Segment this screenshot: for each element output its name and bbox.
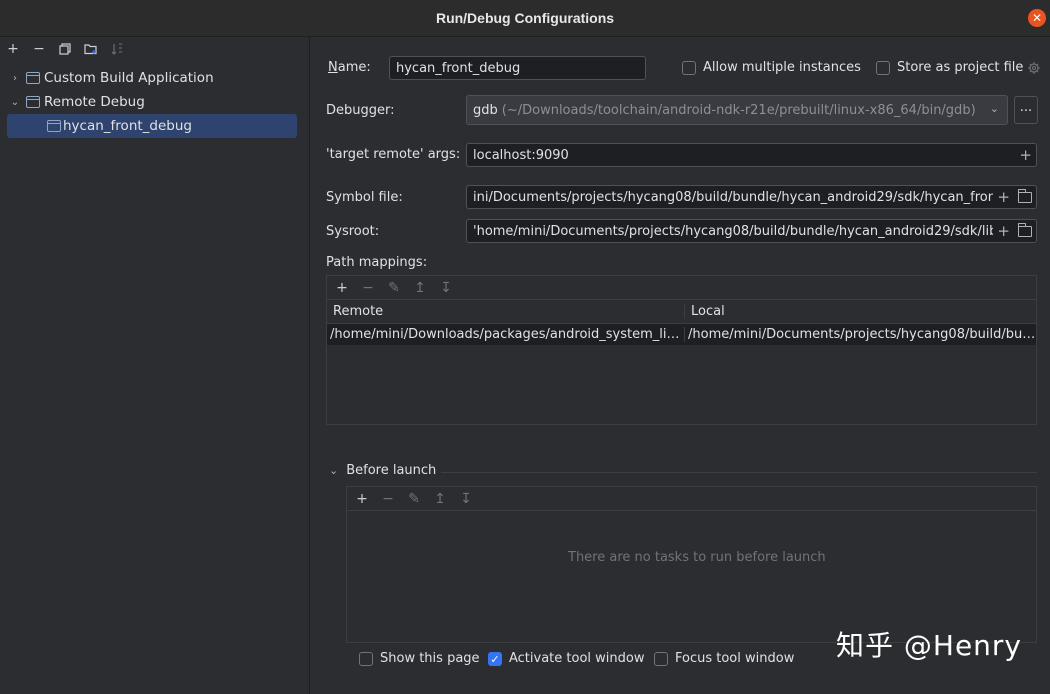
target-remote-label: 'target remote' args: [326, 147, 461, 162]
title-bar: Run/Debug Configurations ✕ [0, 0, 1050, 37]
debugger-label: Debugger: [326, 103, 395, 118]
application-icon [26, 72, 40, 84]
debugger-select[interactable]: gdb (~/Downloads/toolchain/android-ndk-r… [466, 95, 1008, 125]
before-launch-toolbar: + − ✎ ↥ ↧ [347, 487, 1036, 511]
expand-icon[interactable]: + [997, 188, 1010, 206]
name-label: Name: [328, 60, 371, 75]
field-buttons: + [993, 220, 1032, 242]
folder-icon[interactable] [1018, 188, 1032, 203]
store-as-project-label: Store as project file [897, 60, 1024, 75]
field-buttons: + [993, 186, 1032, 208]
remove-icon[interactable]: − [28, 38, 50, 60]
tree-item-custom-build[interactable]: › Custom Build Application [0, 66, 309, 90]
add-icon[interactable]: + [353, 488, 371, 510]
sysroot-label: Sysroot: [326, 224, 380, 239]
tree-item-remote-debug[interactable]: ⌄ Remote Debug [0, 90, 309, 114]
configuration-editor: Name: hycan_front_debug Allow multiple i… [311, 37, 1050, 694]
checkbox-box[interactable] [359, 651, 373, 666]
focus-tool-label: Focus tool window [675, 651, 795, 666]
allow-multiple-checkbox[interactable]: Allow multiple instances [682, 60, 861, 75]
show-page-label: Show this page [380, 651, 480, 666]
path-mappings-panel: + − ✎ ↥ ↧ Remote Local /home/mini/Downlo… [326, 275, 1037, 425]
configurations-tree: › Custom Build Application ⌄ Remote Debu… [0, 66, 309, 138]
column-remote[interactable]: Remote [327, 304, 685, 319]
target-remote-input[interactable]: localhost:9090 + [466, 143, 1037, 167]
tree-item-label: hycan_front_debug [63, 118, 192, 134]
new-folder-icon[interactable] [80, 38, 102, 60]
configurations-tree-pane: + − › Custom Build Application ⌄ Remote … [0, 37, 310, 694]
show-page-checkbox[interactable]: Show this page [359, 651, 480, 666]
debugger-path: (~/Downloads/toolchain/android-ndk-r21e/… [501, 102, 976, 118]
name-input[interactable]: hycan_front_debug [389, 56, 646, 80]
mappings-table-header: Remote Local [327, 300, 1036, 324]
field-buttons: + [1015, 144, 1032, 166]
focus-tool-window-checkbox[interactable]: Focus tool window [654, 651, 794, 666]
symbol-file-input[interactable]: ini/Documents/projects/hycang08/build/bu… [466, 185, 1037, 209]
path-mappings-label: Path mappings: [326, 255, 428, 270]
add-icon[interactable]: + [333, 277, 351, 299]
tree-toolbar: + − [0, 37, 309, 61]
watermark: 知乎 @Henry [835, 629, 1022, 662]
expand-icon[interactable]: + [997, 222, 1010, 240]
remove-icon[interactable]: − [359, 277, 377, 299]
chevron-right-icon[interactable]: › [8, 73, 22, 84]
name-value: hycan_front_debug [396, 60, 521, 76]
mapping-local-cell[interactable]: /home/mini/Documents/projects/hycang08/b… [685, 327, 1036, 342]
close-button[interactable]: ✕ [1028, 9, 1046, 27]
allow-multiple-label: Allow multiple instances [703, 60, 861, 75]
edit-icon[interactable]: ✎ [405, 488, 423, 510]
before-launch-title: Before launch [346, 463, 437, 478]
sort-icon[interactable] [106, 38, 128, 60]
tree-item-label: Remote Debug [44, 94, 145, 110]
checkbox-box[interactable] [876, 60, 890, 75]
activate-tool-window-checkbox[interactable]: ✓ Activate tool window [488, 651, 644, 666]
symbol-file-value: ini/Documents/projects/hycang08/build/bu… [473, 189, 1002, 205]
copy-icon[interactable] [54, 38, 76, 60]
move-down-icon[interactable]: ↧ [437, 277, 455, 299]
remove-icon[interactable]: − [379, 488, 397, 510]
table-row[interactable]: /home/mini/Downloads/packages/android_sy… [327, 324, 1036, 346]
empty-tasks-message: There are no tasks to run before launch [568, 550, 826, 565]
chevron-down-icon[interactable]: ⌄ [8, 97, 22, 108]
checkbox-box[interactable] [682, 60, 696, 75]
mappings-toolbar: + − ✎ ↥ ↧ [327, 276, 1036, 300]
chevron-down-icon[interactable]: ⌄ [329, 464, 338, 477]
edit-icon[interactable]: ✎ [385, 277, 403, 299]
sysroot-value: 'home/mini/Documents/projects/hycang08/b… [473, 223, 1005, 239]
tree-item-label: Custom Build Application [44, 70, 214, 86]
tree-item-hycan-front-debug[interactable]: hycan_front_debug [7, 114, 297, 138]
mapping-remote-cell[interactable]: /home/mini/Downloads/packages/android_sy… [327, 327, 685, 342]
checkmark-icon[interactable]: ✓ [488, 651, 502, 666]
folder-icon[interactable] [1018, 222, 1032, 237]
remote-debug-icon [26, 96, 40, 108]
move-up-icon[interactable]: ↥ [411, 277, 429, 299]
store-as-project-checkbox[interactable]: Store as project file [876, 60, 1041, 75]
column-local[interactable]: Local [685, 304, 1036, 319]
chevron-down-icon[interactable]: ⌄ [990, 102, 999, 115]
debugger-value: gdb [473, 102, 498, 118]
activate-tool-label: Activate tool window [509, 651, 645, 666]
before-launch-toggle[interactable]: ⌄ Before launch [329, 463, 436, 478]
target-remote-value: localhost:9090 [473, 147, 569, 163]
symbol-file-label: Symbol file: [326, 190, 403, 205]
sysroot-input[interactable]: 'home/mini/Documents/projects/hycang08/b… [466, 219, 1037, 243]
window-title: Run/Debug Configurations [435, 10, 615, 26]
remote-debug-icon [47, 120, 61, 132]
move-down-icon[interactable]: ↧ [457, 488, 475, 510]
before-launch-panel: + − ✎ ↥ ↧ There are no tasks to run befo… [346, 486, 1037, 643]
checkbox-box[interactable] [654, 651, 668, 666]
browse-debugger-button[interactable]: ... [1014, 96, 1038, 124]
add-icon[interactable]: + [2, 38, 24, 60]
move-up-icon[interactable]: ↥ [431, 488, 449, 510]
expand-icon[interactable]: + [1019, 146, 1032, 164]
gear-icon[interactable] [1027, 61, 1041, 75]
section-divider [441, 472, 1037, 473]
